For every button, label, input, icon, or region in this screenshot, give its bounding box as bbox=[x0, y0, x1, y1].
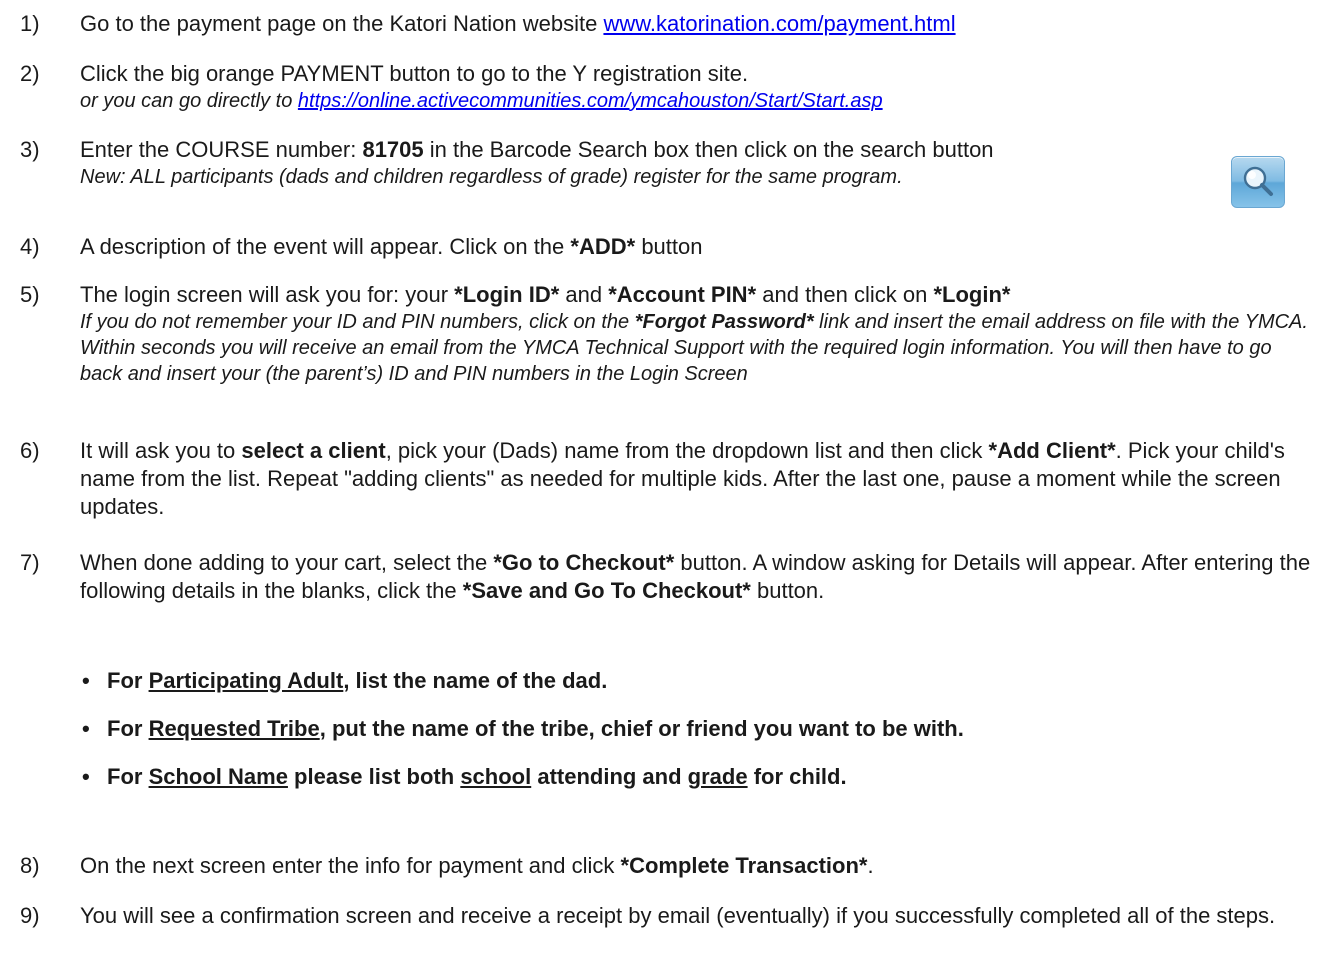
step-text: It will ask you to select a client, pick… bbox=[80, 437, 1312, 521]
save-and-checkout-label: *Save and Go To Checkout* bbox=[462, 578, 751, 603]
select-client-label: select a client bbox=[241, 438, 386, 463]
step-main-text: Click the big orange PAYMENT button to g… bbox=[80, 61, 749, 86]
bullet-text: For School Name please list both school … bbox=[107, 763, 847, 791]
account-pin-label: *Account PIN* bbox=[608, 282, 757, 307]
requested-tribe-label: Requested Tribe bbox=[148, 716, 320, 741]
school-name-label: School Name bbox=[148, 764, 288, 789]
participating-adult-label: Participating Adult bbox=[148, 668, 344, 693]
forgot-password-label: *Forgot Password* bbox=[634, 311, 814, 333]
bullet-text: For Requested Tribe, put the name of the… bbox=[107, 715, 964, 743]
bullet-text-part: , list the name of the dad. bbox=[343, 668, 608, 693]
step-text-part: and then click on bbox=[756, 282, 934, 307]
step-number: 7) bbox=[20, 550, 40, 575]
bullet-text-part: please list both bbox=[287, 764, 461, 789]
bullet-text-part: For bbox=[107, 668, 149, 693]
login-id-label: *Login ID* bbox=[454, 282, 560, 307]
step-note-text: If you do not remember your ID and PIN n… bbox=[80, 311, 635, 333]
bullet-text-part: , put the name of the tribe, chief or fr… bbox=[319, 716, 964, 741]
step-text: When done adding to your cart, select th… bbox=[80, 549, 1312, 605]
step-number: 2) bbox=[20, 61, 40, 86]
step-number: 5) bbox=[20, 282, 40, 307]
step-number: 6) bbox=[20, 438, 40, 463]
bullet-text-part: for child. bbox=[747, 764, 847, 789]
step-main-text: The login screen will ask you for: your … bbox=[80, 281, 1312, 309]
step-text-part: and bbox=[559, 282, 609, 307]
bullet-text-part: For bbox=[107, 716, 149, 741]
step-text: You will see a confirmation screen and r… bbox=[80, 903, 1276, 928]
bullet-text-part: For bbox=[107, 764, 149, 789]
step-text-part: Go to the payment page on the Katori Nat… bbox=[80, 11, 604, 36]
add-client-label: *Add Client* bbox=[988, 438, 1116, 463]
step-text-part: button bbox=[635, 234, 703, 259]
step-text: Enter the COURSE number: 81705 in the Ba… bbox=[80, 136, 1312, 190]
ymca-registration-link[interactable]: https://online.activecommunities.com/ymc… bbox=[298, 90, 883, 112]
bullet-text: For Participating Adult, list the name o… bbox=[107, 667, 607, 695]
step-main-text: Enter the COURSE number: 81705 in the Ba… bbox=[80, 136, 1312, 164]
add-button-label: *ADD* bbox=[570, 234, 636, 259]
step-text: Go to the payment page on the Katori Nat… bbox=[80, 10, 1312, 38]
school-word: school bbox=[460, 764, 532, 789]
step-text-part: , pick your (Dads) name from the dropdow… bbox=[385, 438, 989, 463]
step-number: 1) bbox=[20, 11, 40, 36]
bullet-marker: • bbox=[82, 668, 90, 693]
step-number: 8) bbox=[20, 853, 40, 878]
step-text-part: It will ask you to bbox=[80, 438, 242, 463]
instructions-document: 1) Go to the payment page on the Katori … bbox=[0, 0, 1319, 977]
step-text: Click the big orange PAYMENT button to g… bbox=[80, 60, 1312, 114]
step-number: 4) bbox=[20, 234, 40, 259]
step-text-part: button. bbox=[750, 578, 825, 603]
step-text: A description of the event will appear. … bbox=[80, 233, 1312, 261]
search-button bbox=[1231, 156, 1285, 208]
step-text-part: The login screen will ask you for: your bbox=[80, 282, 455, 307]
step-text: On the next screen enter the info for pa… bbox=[80, 852, 1312, 880]
step-text-part: On the next screen enter the info for pa… bbox=[80, 853, 621, 878]
bullet-text-part: attending and bbox=[531, 764, 688, 789]
bullet-marker: • bbox=[82, 716, 90, 741]
step-text-part: A description of the event will appear. … bbox=[80, 234, 571, 259]
step-text-part: . bbox=[867, 853, 874, 878]
step-text-part: When done adding to your cart, select th… bbox=[80, 550, 494, 575]
course-number: 81705 bbox=[362, 137, 424, 162]
step-note-text: or you can go directly to bbox=[80, 90, 298, 112]
bullet-marker: • bbox=[82, 764, 90, 789]
step-text: The login screen will ask you for: your … bbox=[80, 281, 1312, 387]
step-note: or you can go directly to https://online… bbox=[80, 88, 1312, 114]
step-text-part: Enter the COURSE number: bbox=[80, 137, 363, 162]
step-number: 3) bbox=[20, 137, 40, 162]
search-icon bbox=[1243, 166, 1273, 196]
grade-word: grade bbox=[687, 764, 748, 789]
step-note: If you do not remember your ID and PIN n… bbox=[80, 309, 1312, 387]
complete-transaction-label: *Complete Transaction* bbox=[620, 853, 868, 878]
step-text-part: in the Barcode Search box then click on … bbox=[423, 137, 994, 162]
step-number: 9) bbox=[20, 903, 40, 928]
login-button-label: *Login* bbox=[933, 282, 1011, 307]
step-note: New: ALL participants (dads and children… bbox=[80, 166, 903, 188]
go-to-checkout-label: *Go to Checkout* bbox=[493, 550, 675, 575]
katori-payment-link[interactable]: www.katorination.com/payment.html bbox=[603, 11, 955, 36]
